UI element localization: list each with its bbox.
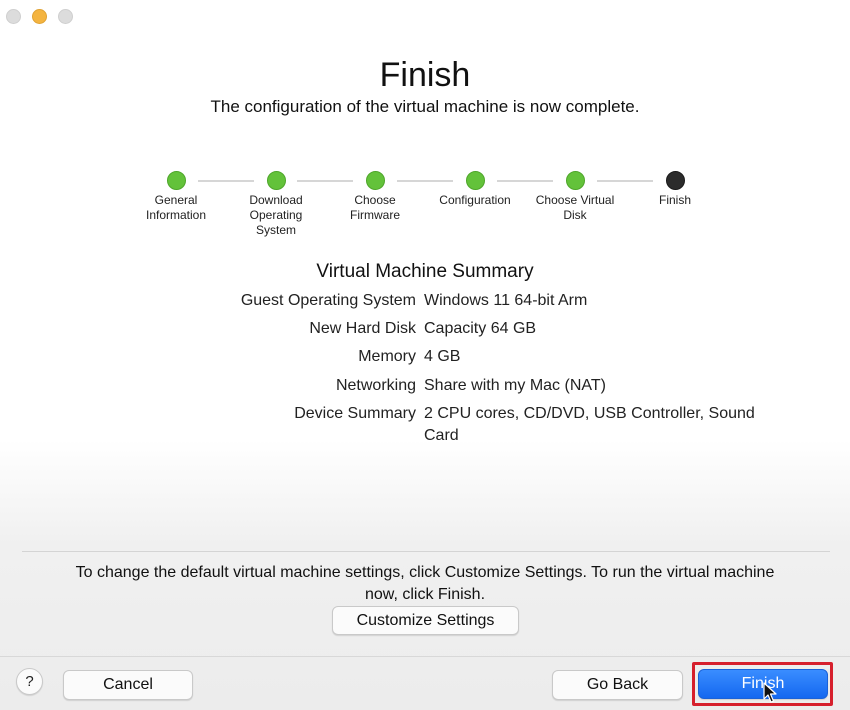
step-choose-virtual-disk: Choose Virtual Disk [533, 171, 617, 223]
step-general-information: General Information [126, 171, 226, 223]
step-label: Choose Firmware [350, 193, 400, 222]
page-title: Finish [379, 56, 471, 94]
step-label: Finish [658, 193, 691, 207]
button-bar-divider [0, 656, 850, 657]
summary-key: Device Summary [294, 405, 416, 422]
summary-value: 4 GB [424, 348, 461, 365]
zoom-window-button[interactable] [58, 9, 73, 24]
minimize-window-button[interactable] [32, 9, 47, 24]
step-complete-indicator [365, 171, 385, 190]
step-label: Download Operating System [249, 193, 303, 237]
customize-settings-button[interactable]: Customize Settings [332, 606, 519, 635]
step-choose-firmware: Choose Firmware [337, 171, 413, 223]
step-finish: Finish [625, 171, 725, 208]
step-current-indicator [665, 171, 685, 190]
progress-stepper: General Information Download Operating S… [0, 171, 850, 241]
vm-setup-window: Finish The configuration of the virtual … [0, 0, 850, 710]
page-subtitle: The configuration of the virtual machine… [210, 97, 640, 116]
step-label: General Information [145, 193, 207, 222]
step-configuration: Configuration [425, 171, 525, 208]
help-button[interactable]: ? [16, 668, 43, 695]
customize-hint-text: To change the default virtual machine se… [75, 564, 775, 603]
step-complete-indicator [166, 171, 186, 190]
close-window-button[interactable] [6, 9, 21, 24]
summary-value: Windows 11 64-bit Arm [424, 292, 588, 309]
window-controls [6, 9, 73, 24]
mouse-pointer-icon [763, 682, 777, 703]
section-divider [22, 551, 830, 552]
step-complete-indicator [266, 171, 286, 190]
summary-key: Networking [335, 377, 416, 394]
step-download-operating-system: Download Operating System [238, 171, 314, 238]
step-complete-indicator [565, 171, 585, 190]
summary-key: Memory [358, 348, 416, 365]
summary-value: Capacity 64 GB [424, 320, 537, 337]
summary-value: 2 CPU cores, CD/DVD, USB Controller, Sou… [424, 405, 755, 444]
step-complete-indicator [465, 171, 485, 190]
step-label: Choose Virtual Disk [535, 193, 615, 222]
step-label: Configuration [439, 193, 511, 207]
go-back-button[interactable]: Go Back [552, 670, 683, 700]
cancel-button[interactable]: Cancel [63, 670, 193, 700]
summary-title: Virtual Machine Summary [316, 261, 534, 282]
summary-key: New Hard Disk [309, 320, 416, 337]
summary-key: Guest Operating System [240, 292, 416, 309]
summary-value: Share with my Mac (NAT) [424, 377, 606, 394]
